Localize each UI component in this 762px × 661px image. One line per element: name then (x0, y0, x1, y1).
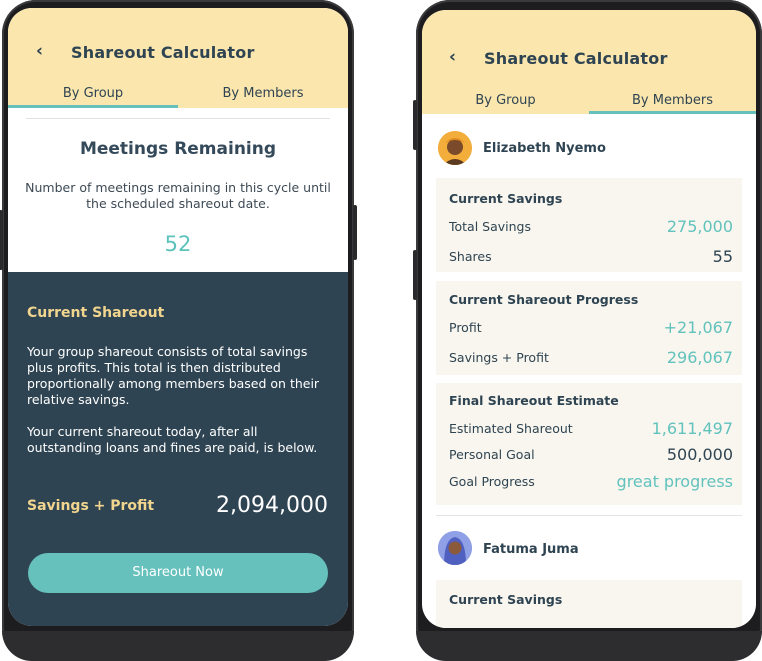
shares-value: 55 (712, 247, 733, 266)
person-avatar-icon (438, 131, 472, 165)
app-header: ‹ Shareout Calculator By Group By Member… (422, 10, 756, 114)
goal-progress-value: great progress (616, 472, 733, 491)
section-title: Current Savings (449, 191, 563, 206)
section-title: Final Shareout Estimate (449, 393, 619, 408)
person-avatar-icon (438, 531, 472, 565)
savings-profit-label: Savings + Profit (27, 498, 155, 514)
tab-by-members[interactable]: By Members (589, 93, 756, 108)
row-label: Shares (449, 249, 492, 264)
divider (436, 515, 742, 516)
savings-profit-value: 2,094,000 (216, 493, 328, 518)
tab-by-group[interactable]: By Group (8, 86, 178, 101)
row-label: Personal Goal (449, 447, 535, 462)
member-name: Elizabeth Nyemo (483, 141, 606, 156)
row-label: Profit (449, 320, 482, 335)
phone-side-button (353, 205, 357, 260)
page-title: Shareout Calculator (71, 43, 255, 62)
shareout-today-note: Your current shareout today, after all o… (27, 424, 318, 455)
meetings-remaining-value: 52 (164, 232, 192, 256)
app-header: ‹ Shareout Calculator By Group By Member… (8, 8, 348, 108)
avatar (438, 131, 472, 165)
current-shareout-title: Current Shareout (27, 305, 165, 321)
current-shareout-panel: Current Shareout Your group shareout con… (8, 272, 348, 626)
meetings-remaining-title: Meetings Remaining (79, 139, 277, 159)
right-screen: ‹ Shareout Calculator By Group By Member… (422, 10, 756, 628)
row-label: Savings + Profit (449, 350, 549, 365)
right-phone: ‹ Shareout Calculator By Group By Member… (413, 0, 762, 661)
row-label: Total Savings (449, 219, 532, 234)
shareout-now-button[interactable]: Shareout Now (28, 553, 328, 593)
phone-bottom-bezel (416, 631, 762, 661)
left-screen: ‹ Shareout Calculator By Group By Member… (8, 8, 348, 626)
divider (26, 118, 330, 119)
active-tab-indicator (589, 111, 756, 114)
tab-by-members[interactable]: By Members (178, 86, 348, 101)
page-title: Shareout Calculator (484, 49, 668, 68)
row-label: Goal Progress (449, 474, 535, 489)
row-label: Estimated Shareout (449, 421, 573, 436)
meetings-remaining-description: Number of meetings remaining in this cyc… (25, 180, 331, 211)
section-title: Current Savings (449, 592, 563, 607)
phone-bottom-bezel (2, 631, 354, 661)
phone-side-button (413, 100, 417, 150)
active-tab-indicator (8, 105, 178, 108)
chevron-left-icon[interactable]: ‹ (449, 47, 456, 67)
estimated-shareout-value: 1,611,497 (651, 419, 733, 438)
chevron-left-icon[interactable]: ‹ (36, 41, 43, 61)
left-phone: ‹ Shareout Calculator By Group By Member… (0, 0, 357, 661)
avatar (438, 531, 472, 565)
total-savings-value: 275,000 (666, 217, 733, 236)
profit-value: +21,067 (663, 318, 733, 337)
section-title: Current Shareout Progress (449, 292, 639, 307)
phone-side-button (0, 210, 3, 270)
tab-by-group[interactable]: By Group (422, 93, 589, 108)
member-name: Fatuma Juma (483, 542, 579, 557)
shareout-explanation: Your group shareout consists of total sa… (27, 344, 320, 407)
phone-side-button (413, 250, 417, 300)
personal-goal-value: 500,000 (666, 445, 733, 464)
savings-profit-value: 296,067 (666, 348, 733, 367)
